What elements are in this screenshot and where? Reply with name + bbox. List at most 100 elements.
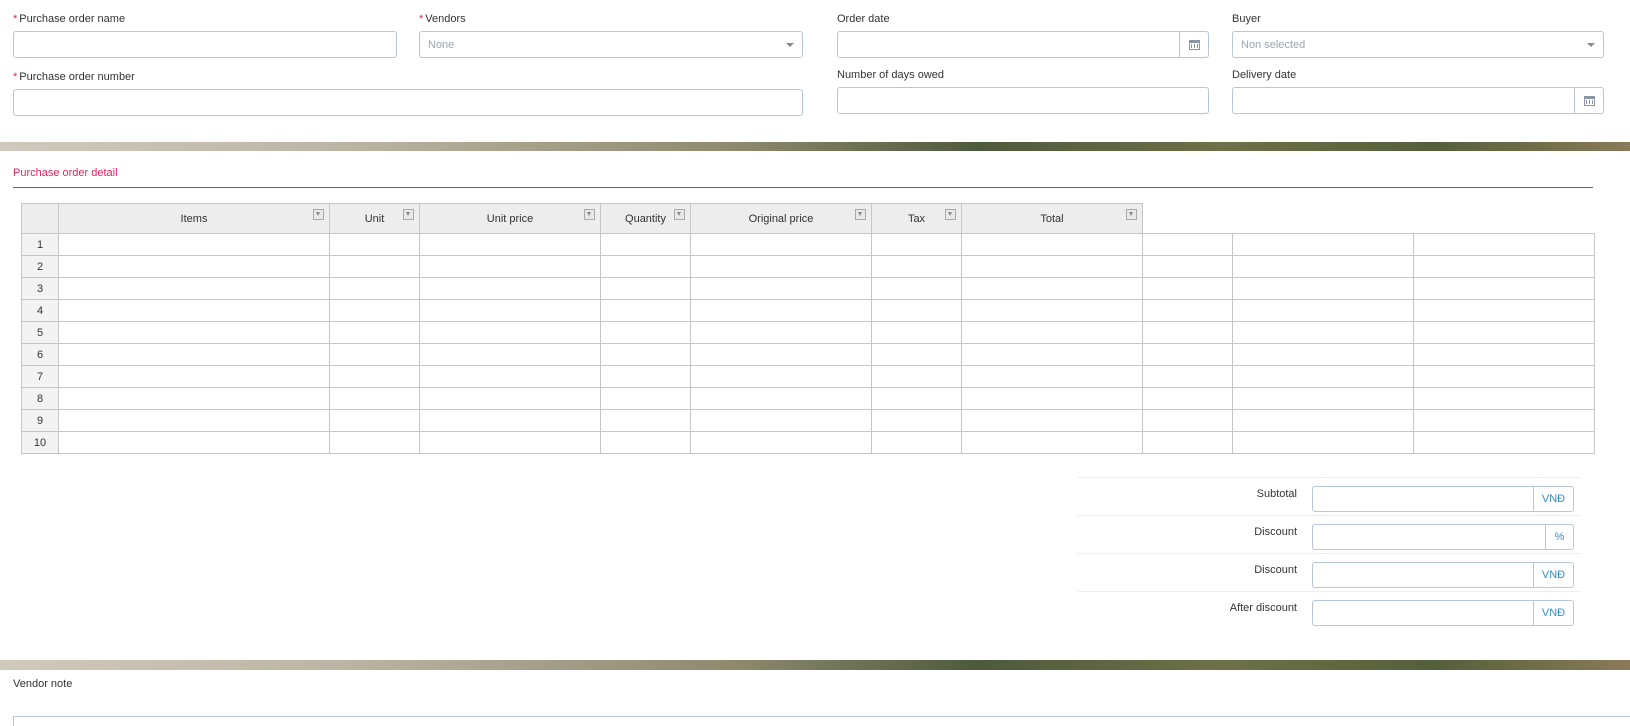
order-date-input[interactable] bbox=[837, 31, 1209, 58]
grid-cell[interactable] bbox=[1232, 409, 1414, 432]
grid-cell[interactable] bbox=[58, 387, 330, 410]
grid-cell[interactable] bbox=[329, 299, 420, 322]
column-header[interactable]: Unit price bbox=[419, 203, 601, 234]
vendors-select[interactable]: None bbox=[419, 31, 803, 58]
grid-cell[interactable] bbox=[690, 409, 872, 432]
grid-cell[interactable] bbox=[871, 409, 962, 432]
grid-cell[interactable] bbox=[1142, 343, 1233, 366]
subtotal-input[interactable]: VNĐ bbox=[1312, 486, 1574, 512]
grid-cell[interactable] bbox=[1232, 255, 1414, 278]
vendor-note-textarea[interactable] bbox=[13, 716, 1630, 726]
column-header[interactable]: Items bbox=[58, 203, 330, 234]
grid-cell[interactable] bbox=[1232, 299, 1414, 322]
grid-cell[interactable] bbox=[1413, 409, 1595, 432]
column-header[interactable]: Tax bbox=[871, 203, 962, 234]
grid-cell[interactable] bbox=[329, 409, 420, 432]
grid-cell[interactable] bbox=[600, 431, 691, 454]
column-header[interactable]: Total bbox=[961, 203, 1143, 234]
grid-cell[interactable] bbox=[871, 387, 962, 410]
grid-cell[interactable] bbox=[690, 387, 872, 410]
grid-cell[interactable] bbox=[1413, 277, 1595, 300]
grid-cell[interactable] bbox=[1142, 431, 1233, 454]
grid-cell[interactable] bbox=[871, 343, 962, 366]
grid-cell[interactable] bbox=[600, 387, 691, 410]
grid-cell[interactable] bbox=[961, 365, 1143, 388]
grid-cell[interactable] bbox=[1142, 299, 1233, 322]
filter-icon[interactable] bbox=[674, 209, 685, 220]
grid-cell[interactable] bbox=[58, 255, 330, 278]
grid-cell[interactable] bbox=[600, 343, 691, 366]
grid-cell[interactable] bbox=[419, 255, 601, 278]
column-header[interactable]: Quantity bbox=[600, 203, 691, 234]
filter-icon[interactable] bbox=[945, 209, 956, 220]
grid-cell[interactable] bbox=[419, 321, 601, 344]
grid-cell[interactable] bbox=[961, 299, 1143, 322]
grid-cell[interactable] bbox=[1413, 431, 1595, 454]
grid-cell[interactable] bbox=[1142, 409, 1233, 432]
grid-cell[interactable] bbox=[600, 233, 691, 256]
grid-cell[interactable] bbox=[329, 321, 420, 344]
grid-cell[interactable] bbox=[600, 409, 691, 432]
grid-cell[interactable] bbox=[1413, 387, 1595, 410]
delivery-date-calendar-button[interactable] bbox=[1574, 88, 1603, 113]
grid-cell[interactable] bbox=[961, 387, 1143, 410]
after-discount-input[interactable]: VNĐ bbox=[1312, 600, 1574, 626]
grid-cell[interactable] bbox=[1142, 277, 1233, 300]
purchase-order-name-input[interactable] bbox=[13, 31, 397, 58]
filter-icon[interactable] bbox=[855, 209, 866, 220]
grid-cell[interactable] bbox=[1413, 321, 1595, 344]
discount-amount-input[interactable]: VNĐ bbox=[1312, 562, 1574, 588]
grid-cell[interactable] bbox=[1413, 255, 1595, 278]
grid-cell[interactable] bbox=[600, 277, 691, 300]
grid-cell[interactable] bbox=[690, 255, 872, 278]
grid-cell[interactable] bbox=[1232, 365, 1414, 388]
grid-cell[interactable] bbox=[58, 365, 330, 388]
grid-cell[interactable] bbox=[871, 321, 962, 344]
grid-cell[interactable] bbox=[1413, 343, 1595, 366]
grid-cell[interactable] bbox=[329, 255, 420, 278]
grid-cell[interactable] bbox=[961, 409, 1143, 432]
grid-cell[interactable] bbox=[1413, 365, 1595, 388]
grid-cell[interactable] bbox=[961, 255, 1143, 278]
grid-cell[interactable] bbox=[690, 343, 872, 366]
grid-cell[interactable] bbox=[1232, 431, 1414, 454]
grid-cell[interactable] bbox=[419, 277, 601, 300]
grid-cell[interactable] bbox=[1232, 277, 1414, 300]
grid-cell[interactable] bbox=[961, 277, 1143, 300]
grid-cell[interactable] bbox=[419, 365, 601, 388]
delivery-date-input[interactable] bbox=[1232, 87, 1604, 114]
filter-icon[interactable] bbox=[313, 209, 324, 220]
grid-cell[interactable] bbox=[871, 255, 962, 278]
grid-cell[interactable] bbox=[871, 431, 962, 454]
grid-cell[interactable] bbox=[329, 431, 420, 454]
grid-cell[interactable] bbox=[961, 321, 1143, 344]
grid-cell[interactable] bbox=[329, 343, 420, 366]
grid-cell[interactable] bbox=[690, 431, 872, 454]
grid-cell[interactable] bbox=[871, 233, 962, 256]
grid-cell[interactable] bbox=[1142, 255, 1233, 278]
discount-percent-input[interactable]: % bbox=[1312, 524, 1574, 550]
days-owed-input[interactable] bbox=[837, 87, 1209, 114]
grid-cell[interactable] bbox=[1232, 387, 1414, 410]
grid-cell[interactable] bbox=[600, 321, 691, 344]
grid-cell[interactable] bbox=[329, 365, 420, 388]
grid-cell[interactable] bbox=[329, 277, 420, 300]
grid-cell[interactable] bbox=[419, 299, 601, 322]
grid-cell[interactable] bbox=[58, 321, 330, 344]
grid-cell[interactable] bbox=[1142, 233, 1233, 256]
grid-cell[interactable] bbox=[329, 233, 420, 256]
grid-cell[interactable] bbox=[1232, 343, 1414, 366]
filter-icon[interactable] bbox=[403, 209, 414, 220]
grid-cell[interactable] bbox=[1413, 299, 1595, 322]
grid-cell[interactable] bbox=[690, 299, 872, 322]
grid-cell[interactable] bbox=[58, 233, 330, 256]
column-header[interactable]: Original price bbox=[690, 203, 872, 234]
grid-cell[interactable] bbox=[600, 255, 691, 278]
grid-cell[interactable] bbox=[961, 431, 1143, 454]
grid-cell[interactable] bbox=[1232, 233, 1414, 256]
grid-cell[interactable] bbox=[690, 365, 872, 388]
grid-cell[interactable] bbox=[329, 387, 420, 410]
grid-cell[interactable] bbox=[961, 343, 1143, 366]
grid-cell[interactable] bbox=[419, 233, 601, 256]
grid-cell[interactable] bbox=[690, 233, 872, 256]
